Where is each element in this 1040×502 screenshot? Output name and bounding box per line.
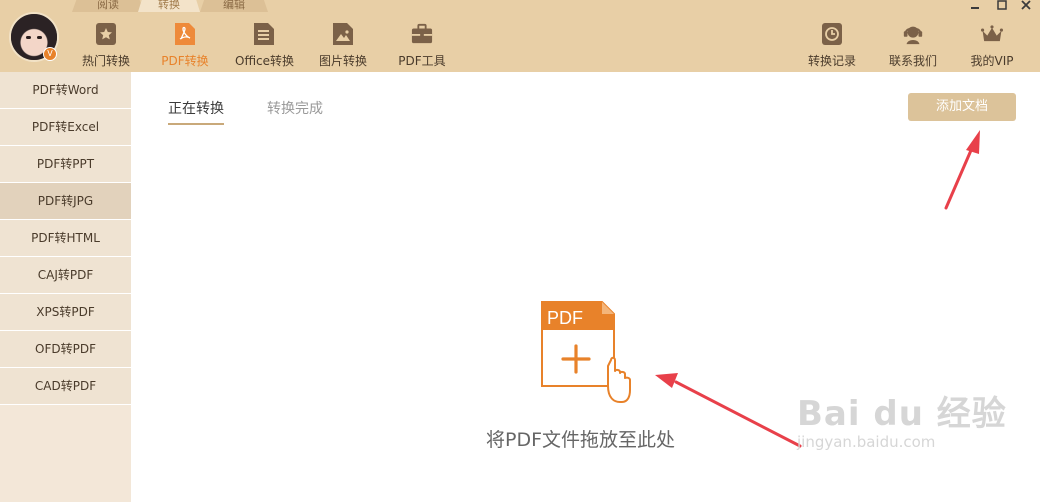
watermark-brand: Bai du 经验 [797,394,1007,434]
watermark-url: jingyan.baidu.com [797,433,936,451]
baidu-watermark: Bai du 经验 jingyan.baidu.com [797,386,1007,451]
arrow-to-drop-zone [655,373,802,448]
arrow-to-add-button [944,130,980,210]
